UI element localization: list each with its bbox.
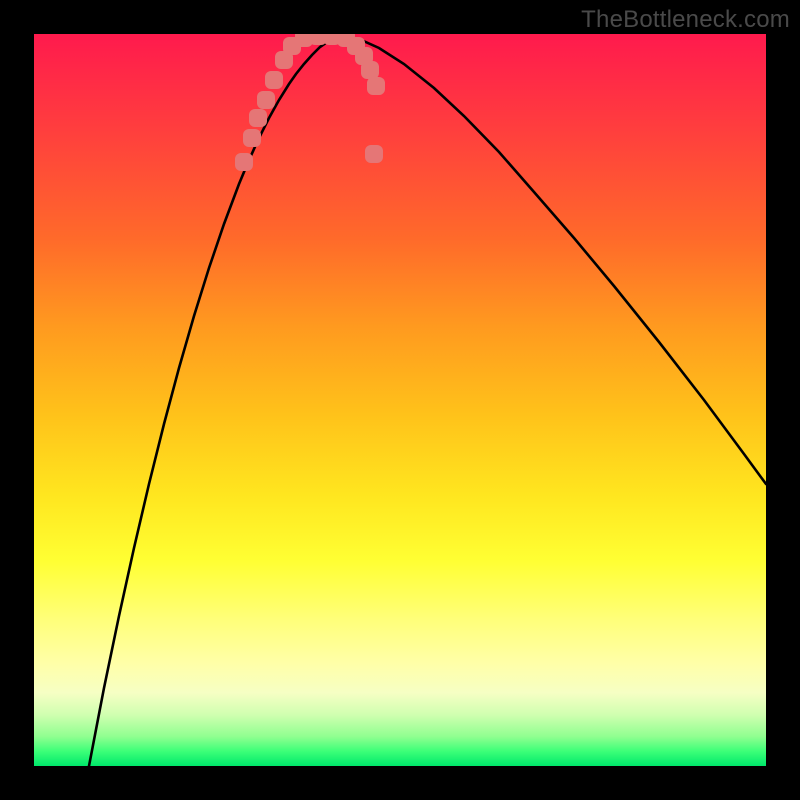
curve-layer — [34, 34, 766, 766]
data-point — [361, 61, 379, 79]
chart-frame: TheBottleneck.com — [0, 0, 800, 800]
data-point — [243, 129, 261, 147]
watermark-text: TheBottleneck.com — [581, 6, 790, 34]
data-point — [257, 91, 275, 109]
data-point — [365, 145, 383, 163]
data-point — [265, 71, 283, 89]
data-point — [249, 109, 267, 127]
marker-layer — [235, 34, 385, 171]
bottleneck-curve — [89, 37, 766, 766]
data-point — [367, 77, 385, 95]
data-point — [235, 153, 253, 171]
plot-area — [34, 34, 766, 766]
